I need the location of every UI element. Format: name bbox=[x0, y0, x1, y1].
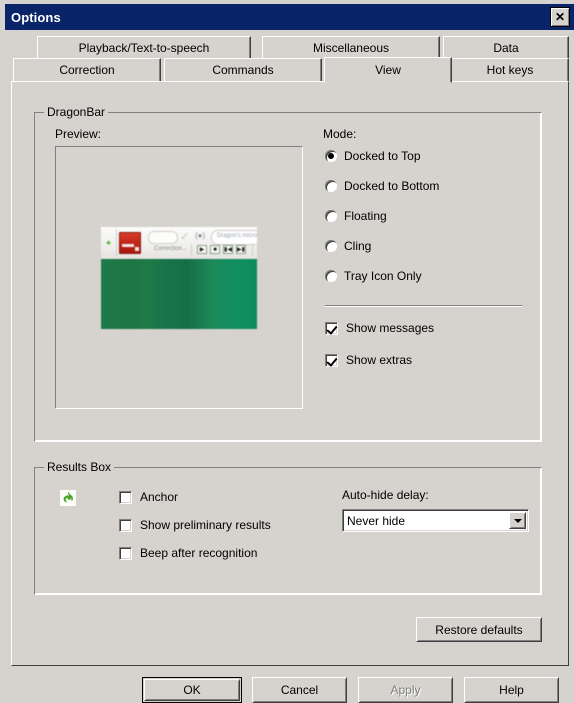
mock-play-icon: ▶ bbox=[197, 245, 207, 254]
view-tab-page: DragonBar Preview: ✦ ✓ (●) Dragon's micr… bbox=[11, 81, 569, 666]
mock-divider-1 bbox=[116, 229, 117, 257]
mock-stop-icon: ■ bbox=[210, 245, 220, 254]
checkbox-label: Show extras bbox=[346, 353, 413, 367]
radio-docked-to-bottom[interactable]: Docked to Bottom bbox=[325, 179, 439, 193]
mock-red-button-icon bbox=[119, 232, 141, 254]
radio-label: Cling bbox=[344, 239, 372, 253]
mode-separator bbox=[325, 305, 522, 307]
mock-volume-icon: (●) bbox=[195, 231, 206, 240]
radio-cling[interactable]: Cling bbox=[325, 239, 371, 253]
preview-green-banner bbox=[101, 259, 257, 329]
mode-label: Mode: bbox=[323, 127, 357, 141]
restore-defaults-button[interactable]: Restore defaults bbox=[416, 617, 542, 642]
radio-label: Tray Icon Only bbox=[344, 269, 422, 283]
radio-floating[interactable]: Floating bbox=[325, 209, 387, 223]
radio-button-icon[interactable] bbox=[325, 180, 337, 192]
results-box-group: Results Box Anchor Show preliminary resu… bbox=[34, 460, 542, 595]
checkbox-label: Show messages bbox=[346, 321, 435, 335]
window-title: Options bbox=[11, 9, 61, 25]
checkbox-icon[interactable] bbox=[119, 546, 132, 560]
radio-label: Floating bbox=[344, 209, 387, 223]
auto-hide-delay-value: Never hide bbox=[347, 513, 406, 528]
checkbox-label: Anchor bbox=[140, 490, 179, 504]
tab-commands[interactable]: Commands bbox=[164, 58, 322, 81]
dragonbar-mock: ✦ ✓ (●) Dragon's microphone is o Correct… bbox=[101, 227, 257, 259]
mock-prev-icon: ▮◀ bbox=[223, 245, 233, 254]
radio-docked-to-top[interactable]: Docked to Top bbox=[325, 149, 421, 163]
apply-button: Apply bbox=[358, 677, 453, 703]
auto-hide-delay-label: Auto-hide delay: bbox=[342, 488, 429, 502]
mock-divider-3 bbox=[252, 244, 253, 256]
chevron-down-glyph bbox=[513, 518, 522, 523]
mock-microphone-text: Dragon's microphone is o bbox=[211, 230, 257, 245]
mock-microphone-text-value: Dragon's microphone is o bbox=[217, 233, 257, 239]
results-box-group-title: Results Box bbox=[44, 460, 115, 474]
tab-hot-keys[interactable]: Hot keys bbox=[451, 58, 569, 81]
checkbox-show-extras[interactable]: Show extras bbox=[325, 353, 412, 367]
dragonbar-preview: ✦ ✓ (●) Dragon's microphone is o Correct… bbox=[55, 146, 303, 409]
dragonbar-group: DragonBar Preview: ✦ ✓ (●) Dragon's micr… bbox=[34, 105, 542, 442]
dragonbar-group-title: DragonBar bbox=[44, 105, 109, 119]
radio-tray-icon-only[interactable]: Tray Icon Only bbox=[325, 269, 422, 283]
checkbox-icon[interactable] bbox=[119, 490, 132, 504]
radio-button-icon[interactable] bbox=[325, 150, 337, 162]
auto-hide-delay-select[interactable]: Never hide bbox=[342, 509, 529, 532]
help-button[interactable]: Help bbox=[464, 677, 559, 703]
radio-button-icon[interactable] bbox=[325, 210, 337, 222]
dragon-flame-icon bbox=[60, 490, 76, 506]
tab-correction[interactable]: Correction bbox=[13, 58, 161, 81]
mock-next-icon: ▶▮ bbox=[236, 245, 246, 254]
cancel-button[interactable]: Cancel bbox=[252, 677, 347, 703]
checkbox-label: Show preliminary results bbox=[140, 518, 271, 532]
ok-button-label: OK bbox=[183, 683, 201, 697]
mock-divider-2 bbox=[191, 244, 192, 256]
tab-miscellaneous[interactable]: Miscellaneous bbox=[262, 36, 440, 58]
mock-toggle-pill bbox=[148, 231, 178, 244]
close-icon[interactable]: ✕ bbox=[550, 7, 570, 27]
mock-correction-label: Correction... bbox=[154, 246, 187, 252]
checkbox-icon[interactable] bbox=[325, 353, 338, 367]
checkbox-beep-after-recognition[interactable]: Beep after recognition bbox=[119, 546, 257, 560]
title-bar: Options ✕ bbox=[5, 4, 574, 30]
checkbox-label: Beep after recognition bbox=[140, 546, 258, 560]
ok-button[interactable]: OK bbox=[142, 677, 242, 703]
chevron-down-icon[interactable] bbox=[509, 512, 526, 529]
tab-strip: Playback/Text-to-speech Miscellaneous Da… bbox=[11, 36, 569, 83]
tab-data[interactable]: Data bbox=[443, 36, 569, 58]
preview-label: Preview: bbox=[55, 127, 102, 141]
dragon-leaf-icon: ✦ bbox=[104, 238, 113, 248]
checkbox-icon[interactable] bbox=[119, 518, 132, 532]
radio-label: Docked to Bottom bbox=[344, 179, 440, 193]
checkbox-icon[interactable] bbox=[325, 321, 338, 335]
tab-playback-text-to-speech[interactable]: Playback/Text-to-speech bbox=[37, 36, 251, 58]
checkbox-show-messages[interactable]: Show messages bbox=[325, 321, 434, 335]
mock-transport-buttons: ▶ ■ ▮◀ ▶▮ bbox=[197, 245, 246, 254]
tab-view[interactable]: View bbox=[324, 57, 452, 83]
radio-button-icon[interactable] bbox=[325, 240, 337, 252]
mock-check-icon: ✓ bbox=[180, 231, 190, 243]
checkbox-show-preliminary-results[interactable]: Show preliminary results bbox=[119, 518, 271, 532]
options-dialog: Options ✕ Playback/Text-to-speech Miscel… bbox=[0, 0, 574, 703]
radio-label: Docked to Top bbox=[344, 149, 421, 163]
radio-button-icon[interactable] bbox=[325, 270, 337, 282]
checkbox-anchor[interactable]: Anchor bbox=[119, 490, 178, 504]
